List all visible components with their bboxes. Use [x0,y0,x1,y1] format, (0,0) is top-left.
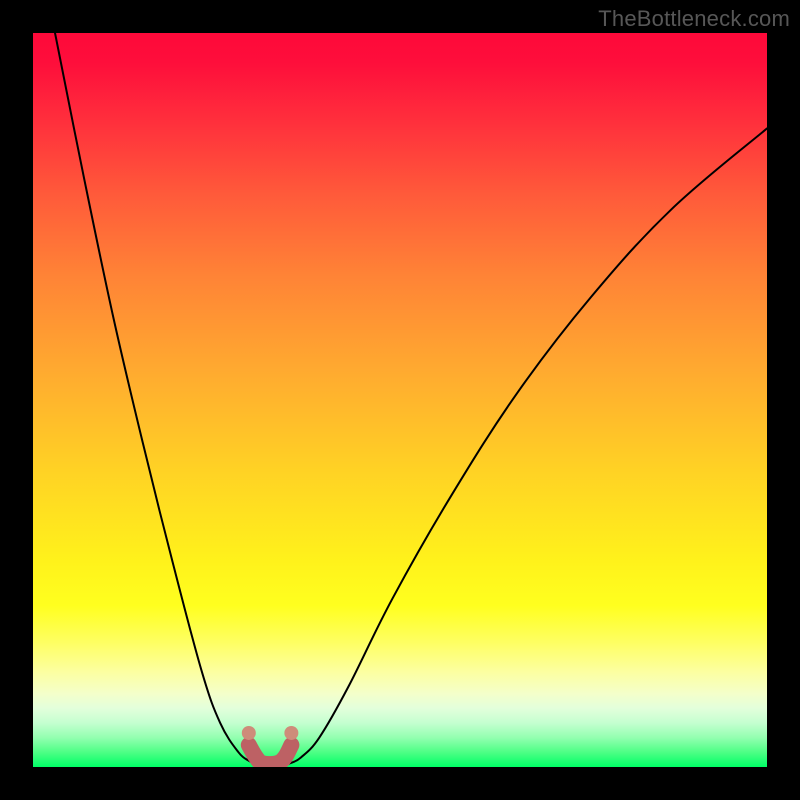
chart-frame: TheBottleneck.com [0,0,800,800]
trough-tip-dot-0 [242,726,256,740]
watermark-text: TheBottleneck.com [598,6,790,32]
trough-markers [33,33,767,767]
plot-area [33,33,767,767]
trough-tip-dot-1 [284,726,298,740]
trough-u-stroke [249,745,292,764]
